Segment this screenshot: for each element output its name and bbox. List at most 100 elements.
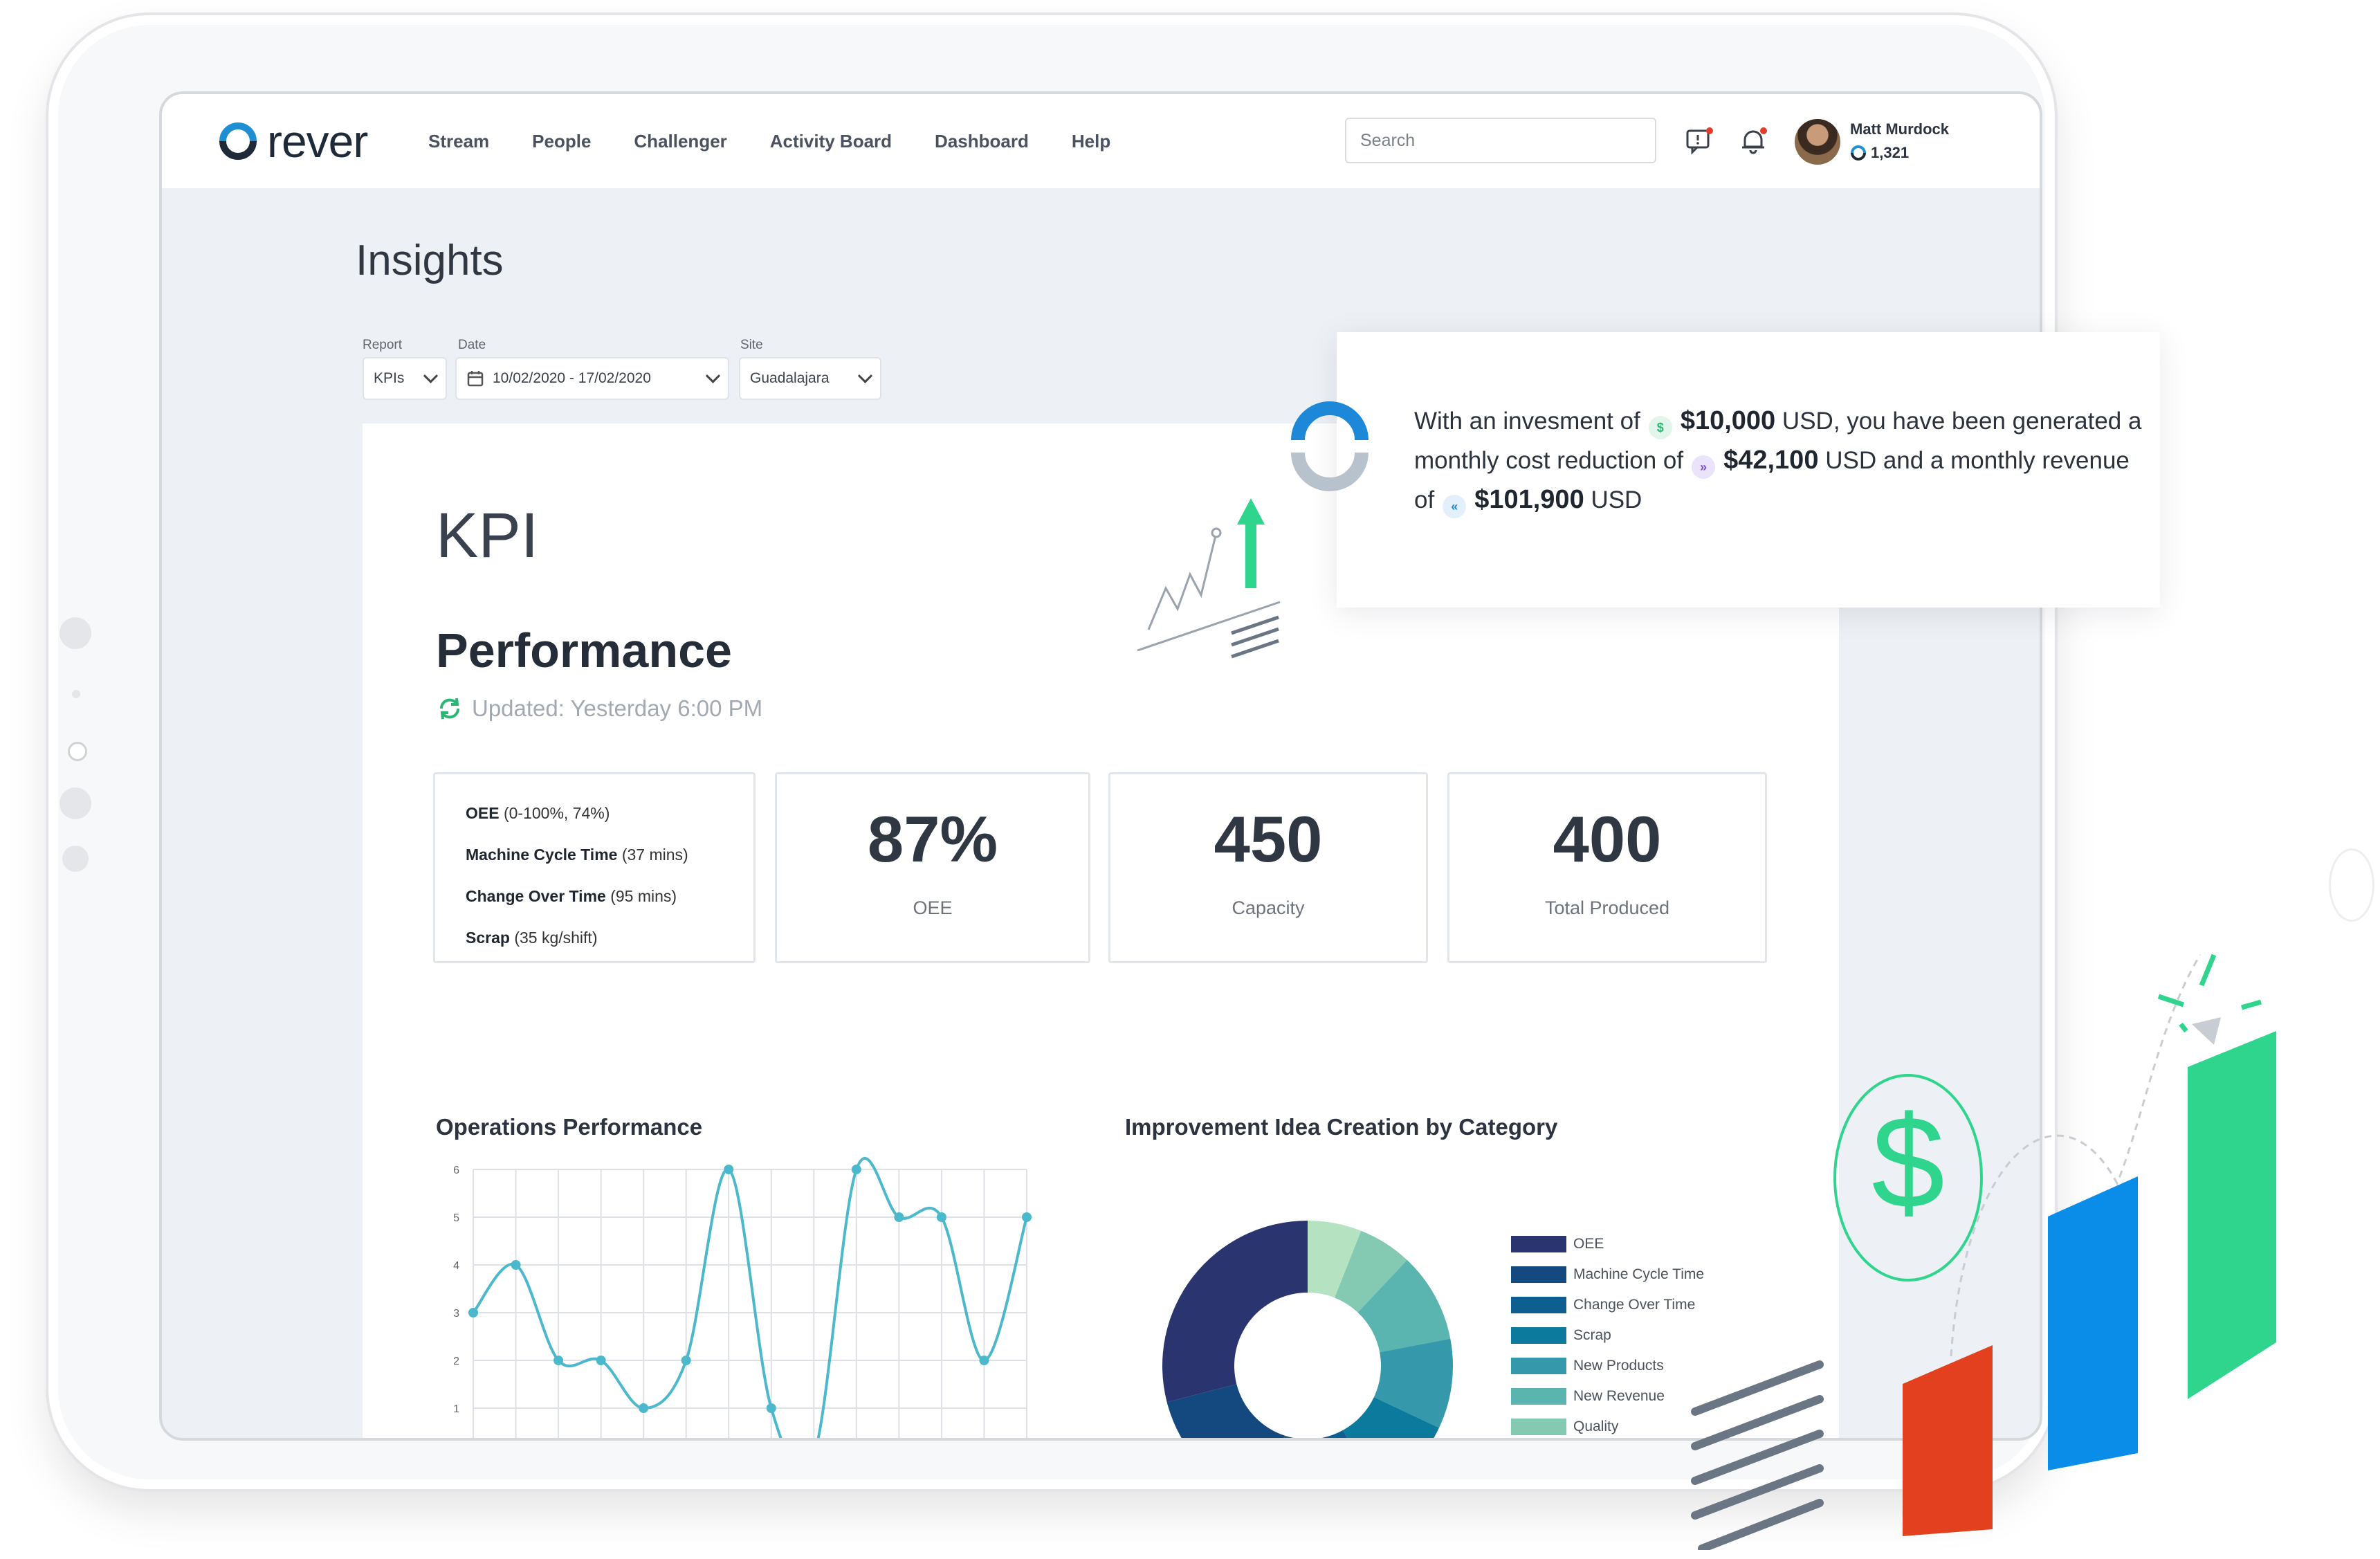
date-range-select[interactable]: 10/02/2020 - 17/02/2020 — [455, 357, 729, 400]
kpi-item-detail: (37 mins) — [621, 846, 688, 864]
stat-label: Capacity — [1232, 897, 1305, 918]
data-point[interactable] — [936, 1212, 946, 1222]
avatar[interactable] — [1795, 119, 1840, 165]
points-value: 1,321 — [1871, 144, 1910, 161]
report-filter-label: Report — [363, 338, 403, 352]
user-points: 1,321 — [1850, 144, 1909, 162]
legend-swatch — [1511, 1266, 1566, 1283]
site-select[interactable]: Guadalajara — [739, 357, 881, 400]
callout-text-4: USD — [1591, 486, 1642, 513]
chevron-down-icon — [705, 368, 721, 383]
nav-help[interactable]: Help — [1072, 131, 1110, 152]
donut-slice[interactable] — [1162, 1221, 1308, 1403]
growth-chart-illustration — [1137, 498, 1281, 659]
data-point[interactable] — [1022, 1212, 1032, 1222]
kpi-item-detail: (0-100%, 74%) — [503, 804, 610, 822]
dollar-icon: $ — [1648, 416, 1672, 439]
revenue-growth-illustration: $ — [1691, 954, 2276, 1550]
search-input[interactable] — [1345, 118, 1656, 163]
refresh-icon[interactable] — [436, 695, 464, 722]
report-select[interactable]: KPIs — [363, 357, 447, 400]
brand-name: rever — [267, 116, 368, 167]
stat-box-oee[interactable]: 87% OEE — [775, 772, 1090, 963]
legend-swatch — [1511, 1327, 1566, 1344]
data-point[interactable] — [766, 1403, 776, 1413]
bell-icon[interactable] — [1738, 126, 1768, 156]
stat-value: 87% — [867, 803, 998, 875]
kpi-item: Scrap (35 kg/shift) — [466, 917, 723, 958]
category-chart-title: Improvement Idea Creation by Category — [1125, 1114, 1558, 1140]
callout-text-1: With an invesment of — [1414, 408, 1640, 435]
legend-item[interactable]: Quality — [1511, 1419, 1618, 1435]
data-point[interactable] — [894, 1212, 904, 1222]
legend-swatch — [1511, 1236, 1566, 1252]
nav-stream[interactable]: Stream — [428, 131, 489, 152]
kpi-item: Change Over Time (95 mins) — [466, 875, 723, 917]
cost-reduction-value: $42,100 — [1723, 446, 1819, 475]
svg-text:$: $ — [1871, 1089, 1945, 1236]
stat-box-capacity[interactable]: 450 Capacity — [1108, 772, 1428, 963]
report-select-value: KPIs — [374, 370, 405, 386]
data-point[interactable] — [468, 1308, 478, 1318]
legend-label: New Revenue — [1573, 1388, 1665, 1404]
legend-label: Quality — [1573, 1419, 1619, 1434]
data-point[interactable] — [724, 1165, 734, 1174]
stat-label: Total Produced — [1544, 897, 1670, 918]
y-tick-label: 1 — [453, 1403, 459, 1415]
rever-logo-icon — [1291, 401, 1368, 491]
kpi-heading: KPI — [436, 500, 539, 571]
savings-callout: With an invesment of $ $10,000 USD, you ha… — [1291, 332, 2160, 608]
performance-heading: Performance — [436, 623, 732, 677]
rever-logo-icon — [219, 122, 257, 160]
site-select-value: Guadalajara — [750, 370, 830, 386]
legend-swatch — [1511, 1388, 1566, 1405]
data-point[interactable] — [639, 1403, 649, 1413]
y-tick-label: 6 — [453, 1165, 459, 1176]
legend-item[interactable]: New Revenue — [1511, 1388, 1665, 1405]
legend-item[interactable]: New Products — [1511, 1358, 1664, 1374]
nav-dashboard[interactable]: Dashboard — [935, 131, 1029, 152]
data-point[interactable] — [511, 1260, 521, 1270]
data-point[interactable] — [979, 1356, 989, 1365]
kpi-definitions-box: OEE (0-100%, 74%) Machine Cycle Time (37… — [433, 772, 756, 963]
data-point[interactable] — [553, 1356, 564, 1365]
legend-item[interactable]: Scrap — [1511, 1327, 1611, 1344]
stat-label: OEE — [913, 897, 953, 918]
kpi-item: OEE (0-100%, 74%) — [466, 792, 723, 834]
legend-item[interactable]: Change Over Time — [1511, 1297, 1695, 1313]
feedback-icon[interactable] — [1684, 126, 1714, 156]
user-name[interactable]: Matt Murdock — [1850, 120, 1949, 138]
updated-status: Updated: Yesterday 6:00 PM — [436, 695, 762, 722]
kpi-item: Machine Cycle Time (37 mins) — [466, 834, 723, 875]
kpi-item-name: Change Over Time — [466, 887, 606, 905]
points-icon — [1851, 145, 1866, 161]
operations-line-chart[interactable]: 0123456P-01 P-02 P-03 P-04 P-05 Two — [432, 1157, 1041, 1441]
stat-value: 400 — [1553, 803, 1662, 875]
kpi-item-detail: (35 kg/shift) — [514, 929, 598, 947]
side-button — [72, 690, 80, 698]
chevron-up-double-icon: « — [1443, 495, 1467, 518]
data-point[interactable] — [851, 1165, 861, 1174]
chevron-down-icon — [423, 368, 439, 383]
plus-circle-icon — [2329, 848, 2374, 922]
date-filter-label: Date — [458, 338, 486, 352]
y-tick-label: 4 — [453, 1260, 459, 1272]
category-donut-chart[interactable] — [1148, 1207, 1467, 1441]
nav-activity-board[interactable]: Activity Board — [770, 131, 892, 152]
kpi-item-name: Scrap — [466, 929, 510, 947]
kpi-item-name: OEE — [466, 804, 500, 822]
nav-challenger[interactable]: Challenger — [634, 131, 726, 152]
y-tick-label: 5 — [453, 1212, 459, 1224]
nav-people[interactable]: People — [532, 131, 591, 152]
brand-logo[interactable]: rever — [217, 116, 368, 167]
updated-text: Updated: Yesterday 6:00 PM — [472, 695, 763, 721]
side-button — [62, 846, 89, 872]
data-point[interactable] — [596, 1356, 606, 1365]
savings-text: With an invesment of $ $10,000 USD, you ha… — [1414, 401, 2148, 520]
operations-chart-title: Operations Performance — [436, 1114, 703, 1140]
data-point[interactable] — [681, 1356, 691, 1365]
legend-item[interactable]: OEE — [1511, 1236, 1604, 1252]
legend-label: OEE — [1573, 1236, 1604, 1252]
investment-value: $10,000 — [1680, 406, 1776, 435]
stat-box-total-produced[interactable]: 400 Total Produced — [1447, 772, 1767, 963]
